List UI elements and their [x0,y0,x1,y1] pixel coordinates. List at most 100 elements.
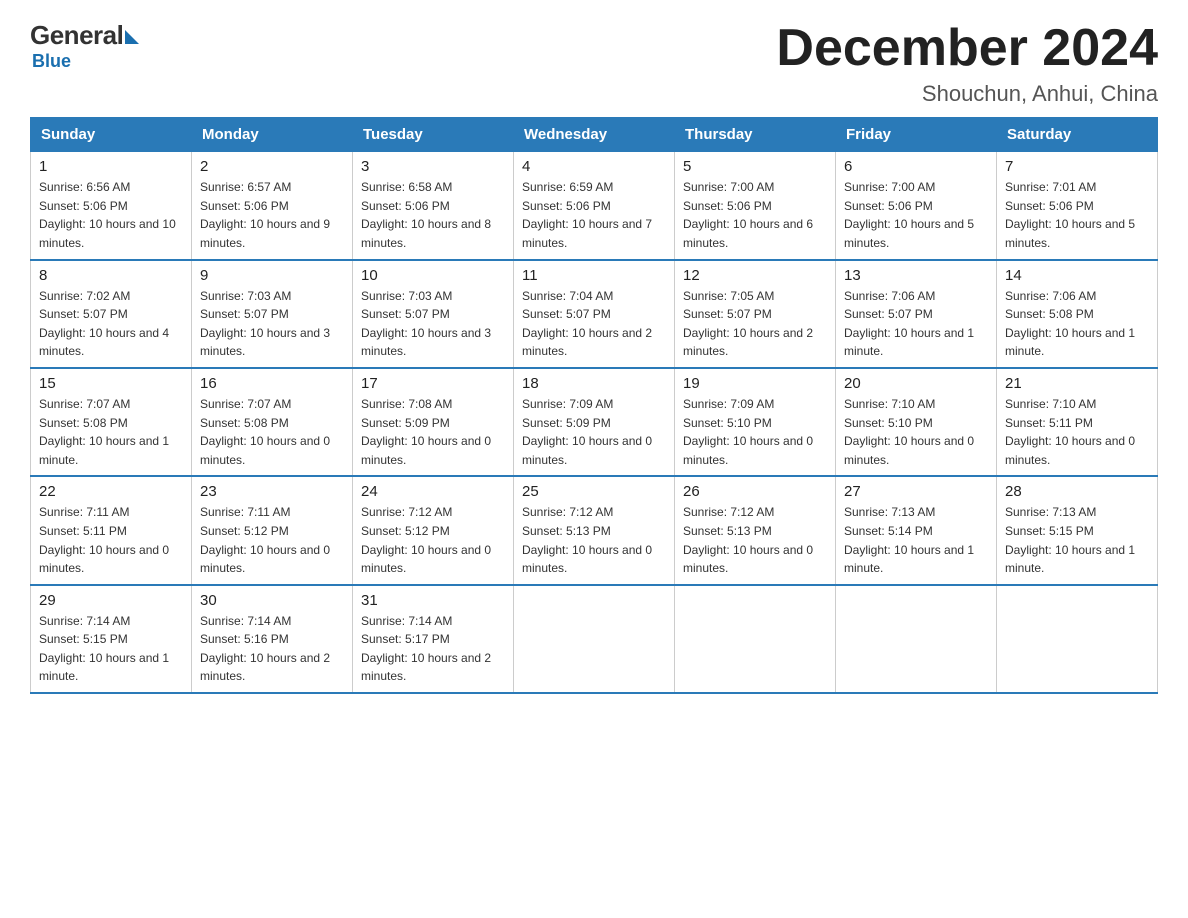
calendar-cell: 3 Sunrise: 6:58 AM Sunset: 5:06 PM Dayli… [353,152,514,260]
calendar-cell: 25 Sunrise: 7:12 AM Sunset: 5:13 PM Dayl… [514,476,675,584]
header-saturday: Saturday [997,118,1158,152]
day-number: 11 [522,267,666,284]
calendar-cell: 22 Sunrise: 7:11 AM Sunset: 5:11 PM Dayl… [31,476,192,584]
logo-blue-text: Blue [32,51,71,72]
day-info: Sunrise: 7:11 AM Sunset: 5:11 PM Dayligh… [39,503,183,577]
day-number: 26 [683,483,827,500]
calendar-header-row: SundayMondayTuesdayWednesdayThursdayFrid… [31,118,1158,152]
calendar-week-row: 8 Sunrise: 7:02 AM Sunset: 5:07 PM Dayli… [31,260,1158,368]
day-number: 7 [1005,158,1149,175]
day-number: 22 [39,483,183,500]
calendar-cell: 20 Sunrise: 7:10 AM Sunset: 5:10 PM Dayl… [836,368,997,476]
day-info: Sunrise: 6:56 AM Sunset: 5:06 PM Dayligh… [39,178,183,252]
day-info: Sunrise: 7:14 AM Sunset: 5:17 PM Dayligh… [361,612,505,686]
calendar-cell [514,585,675,693]
calendar-cell: 27 Sunrise: 7:13 AM Sunset: 5:14 PM Dayl… [836,476,997,584]
day-info: Sunrise: 7:03 AM Sunset: 5:07 PM Dayligh… [361,287,505,361]
calendar-cell [836,585,997,693]
day-info: Sunrise: 7:13 AM Sunset: 5:15 PM Dayligh… [1005,503,1149,577]
day-info: Sunrise: 7:10 AM Sunset: 5:10 PM Dayligh… [844,395,988,469]
calendar-cell [675,585,836,693]
day-info: Sunrise: 7:05 AM Sunset: 5:07 PM Dayligh… [683,287,827,361]
day-info: Sunrise: 7:06 AM Sunset: 5:08 PM Dayligh… [1005,287,1149,361]
day-number: 25 [522,483,666,500]
title-section: December 2024 Shouchun, Anhui, China [776,20,1158,107]
calendar-cell: 17 Sunrise: 7:08 AM Sunset: 5:09 PM Dayl… [353,368,514,476]
day-number: 30 [200,592,344,609]
location-subtitle: Shouchun, Anhui, China [776,81,1158,107]
day-number: 18 [522,375,666,392]
calendar-cell: 10 Sunrise: 7:03 AM Sunset: 5:07 PM Dayl… [353,260,514,368]
day-number: 19 [683,375,827,392]
day-info: Sunrise: 7:03 AM Sunset: 5:07 PM Dayligh… [200,287,344,361]
day-number: 2 [200,158,344,175]
day-info: Sunrise: 6:58 AM Sunset: 5:06 PM Dayligh… [361,178,505,252]
day-number: 14 [1005,267,1149,284]
calendar-cell: 29 Sunrise: 7:14 AM Sunset: 5:15 PM Dayl… [31,585,192,693]
header-friday: Friday [836,118,997,152]
calendar-cell: 19 Sunrise: 7:09 AM Sunset: 5:10 PM Dayl… [675,368,836,476]
calendar-cell: 28 Sunrise: 7:13 AM Sunset: 5:15 PM Dayl… [997,476,1158,584]
calendar-week-row: 1 Sunrise: 6:56 AM Sunset: 5:06 PM Dayli… [31,152,1158,260]
day-number: 27 [844,483,988,500]
header-monday: Monday [192,118,353,152]
calendar-cell: 12 Sunrise: 7:05 AM Sunset: 5:07 PM Dayl… [675,260,836,368]
header-wednesday: Wednesday [514,118,675,152]
day-info: Sunrise: 7:09 AM Sunset: 5:09 PM Dayligh… [522,395,666,469]
day-number: 5 [683,158,827,175]
day-info: Sunrise: 7:07 AM Sunset: 5:08 PM Dayligh… [200,395,344,469]
calendar-cell: 24 Sunrise: 7:12 AM Sunset: 5:12 PM Dayl… [353,476,514,584]
logo: General Blue [30,20,139,72]
calendar-cell [997,585,1158,693]
calendar-cell: 8 Sunrise: 7:02 AM Sunset: 5:07 PM Dayli… [31,260,192,368]
calendar-cell: 5 Sunrise: 7:00 AM Sunset: 5:06 PM Dayli… [675,152,836,260]
day-number: 3 [361,158,505,175]
day-info: Sunrise: 7:10 AM Sunset: 5:11 PM Dayligh… [1005,395,1149,469]
calendar-cell: 2 Sunrise: 6:57 AM Sunset: 5:06 PM Dayli… [192,152,353,260]
day-info: Sunrise: 7:11 AM Sunset: 5:12 PM Dayligh… [200,503,344,577]
month-title: December 2024 [776,20,1158,77]
calendar-cell: 23 Sunrise: 7:11 AM Sunset: 5:12 PM Dayl… [192,476,353,584]
logo-triangle-icon [125,30,139,44]
calendar-week-row: 22 Sunrise: 7:11 AM Sunset: 5:11 PM Dayl… [31,476,1158,584]
day-number: 20 [844,375,988,392]
day-info: Sunrise: 7:06 AM Sunset: 5:07 PM Dayligh… [844,287,988,361]
day-number: 15 [39,375,183,392]
page-header: General Blue December 2024 Shouchun, Anh… [30,20,1158,107]
day-number: 17 [361,375,505,392]
calendar-cell: 4 Sunrise: 6:59 AM Sunset: 5:06 PM Dayli… [514,152,675,260]
day-info: Sunrise: 7:01 AM Sunset: 5:06 PM Dayligh… [1005,178,1149,252]
calendar-cell: 30 Sunrise: 7:14 AM Sunset: 5:16 PM Dayl… [192,585,353,693]
calendar-cell: 21 Sunrise: 7:10 AM Sunset: 5:11 PM Dayl… [997,368,1158,476]
day-number: 24 [361,483,505,500]
day-info: Sunrise: 7:12 AM Sunset: 5:12 PM Dayligh… [361,503,505,577]
day-number: 23 [200,483,344,500]
day-info: Sunrise: 7:00 AM Sunset: 5:06 PM Dayligh… [683,178,827,252]
day-info: Sunrise: 6:57 AM Sunset: 5:06 PM Dayligh… [200,178,344,252]
day-info: Sunrise: 7:09 AM Sunset: 5:10 PM Dayligh… [683,395,827,469]
calendar-week-row: 29 Sunrise: 7:14 AM Sunset: 5:15 PM Dayl… [31,585,1158,693]
logo-general-text: General [30,20,123,51]
calendar-cell: 15 Sunrise: 7:07 AM Sunset: 5:08 PM Dayl… [31,368,192,476]
day-number: 28 [1005,483,1149,500]
day-number: 9 [200,267,344,284]
calendar-cell: 11 Sunrise: 7:04 AM Sunset: 5:07 PM Dayl… [514,260,675,368]
calendar-cell: 9 Sunrise: 7:03 AM Sunset: 5:07 PM Dayli… [192,260,353,368]
day-number: 6 [844,158,988,175]
calendar-cell: 18 Sunrise: 7:09 AM Sunset: 5:09 PM Dayl… [514,368,675,476]
day-info: Sunrise: 7:04 AM Sunset: 5:07 PM Dayligh… [522,287,666,361]
day-number: 1 [39,158,183,175]
calendar-cell: 7 Sunrise: 7:01 AM Sunset: 5:06 PM Dayli… [997,152,1158,260]
calendar-cell: 26 Sunrise: 7:12 AM Sunset: 5:13 PM Dayl… [675,476,836,584]
day-info: Sunrise: 7:12 AM Sunset: 5:13 PM Dayligh… [683,503,827,577]
day-info: Sunrise: 6:59 AM Sunset: 5:06 PM Dayligh… [522,178,666,252]
calendar-table: SundayMondayTuesdayWednesdayThursdayFrid… [30,117,1158,694]
day-info: Sunrise: 7:00 AM Sunset: 5:06 PM Dayligh… [844,178,988,252]
calendar-cell: 16 Sunrise: 7:07 AM Sunset: 5:08 PM Dayl… [192,368,353,476]
day-number: 16 [200,375,344,392]
day-info: Sunrise: 7:14 AM Sunset: 5:15 PM Dayligh… [39,612,183,686]
day-number: 8 [39,267,183,284]
day-info: Sunrise: 7:08 AM Sunset: 5:09 PM Dayligh… [361,395,505,469]
day-number: 21 [1005,375,1149,392]
header-tuesday: Tuesday [353,118,514,152]
